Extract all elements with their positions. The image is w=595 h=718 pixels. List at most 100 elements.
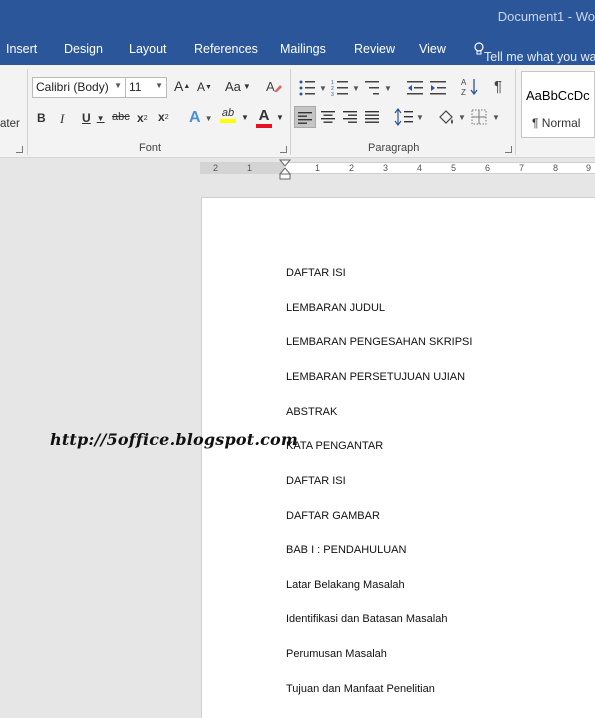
tell-me-text: Tell me what you wa [484, 50, 595, 64]
shading-icon[interactable]: ▼ [436, 107, 466, 127]
indent-marker-icon[interactable] [279, 159, 291, 181]
ruler-number: 2 [213, 163, 219, 173]
bullets-icon[interactable]: ▼ [298, 79, 328, 97]
svg-text:▼: ▼ [458, 113, 466, 122]
chevron-down-icon[interactable]: ▼ [241, 113, 249, 122]
tab-layout[interactable]: Layout [129, 42, 167, 56]
style-normal[interactable]: AaBbCcDc ¶ Normal [521, 71, 595, 138]
justify-icon[interactable] [363, 108, 381, 126]
ruler-number: 8 [553, 163, 559, 173]
ruler-number: 9 [586, 163, 592, 173]
text-effects-button[interactable]: A ▼ [189, 109, 212, 127]
show-formatting-marks-button[interactable]: ¶ [494, 78, 502, 95]
borders-icon[interactable]: ▼ [470, 107, 500, 127]
document-line: DAFTAR GAMBAR [286, 510, 380, 522]
svg-text:▼: ▼ [384, 84, 392, 93]
document-line: DAFTAR ISI [286, 475, 346, 487]
ruler-number: 2 [349, 163, 355, 173]
decrease-indent-icon[interactable] [406, 79, 424, 97]
tab-insert[interactable]: Insert [6, 42, 37, 56]
tab-review[interactable]: Review [354, 42, 395, 56]
sort-icon[interactable]: AZ [461, 77, 479, 97]
font-family-value: Calibri (Body) [36, 80, 109, 94]
align-left-icon [298, 112, 312, 124]
paragraph-group-label: Paragraph [368, 142, 420, 154]
grow-font-button[interactable]: A ▲ [174, 78, 190, 94]
svg-text:A: A [461, 78, 467, 87]
align-right-icon[interactable] [341, 108, 359, 126]
font-color-button[interactable]: A [256, 107, 272, 128]
highlight-button[interactable]: ab [220, 107, 236, 123]
bold-button[interactable]: B [37, 111, 46, 125]
svg-text:Z: Z [461, 88, 466, 97]
paragraph-launcher-icon[interactable] [505, 146, 512, 153]
ruler-number: 1 [247, 163, 253, 173]
document-line: LEMBARAN PERSETUJUAN UJIAN [286, 371, 466, 383]
svg-text:▼: ▼ [416, 113, 424, 122]
document-line: LEMBARAN PENGESAHAN SKRIPSI [286, 336, 473, 348]
font-size-value: 11 [129, 80, 142, 94]
line-spacing-icon[interactable]: ▼ [394, 107, 424, 127]
document-page[interactable]: DAFTAR ISI LEMBARAN JUDUL LEMBARAN PENGE… [201, 197, 595, 718]
window-title: Document1 - Wo [497, 9, 595, 24]
tab-view[interactable]: View [419, 42, 446, 56]
chevron-down-icon: ▼ [155, 81, 163, 90]
font-group-label: Font [139, 142, 162, 154]
ruler-number: 7 [519, 163, 525, 173]
chevron-down-icon[interactable]: ▼ [276, 113, 284, 122]
document-line: BAB I : PENDAHULUAN [286, 544, 407, 556]
highlight-swatch [220, 119, 236, 123]
subscript-button[interactable]: x2 [137, 111, 148, 125]
underline-icon: U [82, 111, 91, 125]
document-line: ABSTRAK [286, 406, 338, 418]
document-canvas: DAFTAR ISI LEMBARAN JUDUL LEMBARAN PENGE… [0, 182, 595, 718]
highlight-icon: ab [221, 107, 235, 119]
lightbulb-icon [474, 42, 484, 55]
divider [515, 69, 516, 155]
font-color-icon: A [258, 107, 270, 124]
tab-references[interactable]: References [194, 42, 258, 56]
superscript-icon: x [158, 110, 165, 124]
clipboard-launcher-icon[interactable] [16, 146, 23, 153]
shrink-font-icon: A [197, 80, 206, 94]
increase-indent-icon[interactable] [429, 79, 447, 97]
clipboard-fragment[interactable]: ater [0, 118, 20, 130]
watermark-url: http://5office.blogspot.com [50, 430, 299, 449]
change-case-button[interactable]: Aa ▼ [225, 79, 251, 94]
chevron-down-icon: ▼ [114, 81, 122, 90]
document-line: Perumusan Masalah [286, 648, 387, 660]
font-size-select[interactable]: 11 ▼ [125, 77, 167, 98]
ruler-number: 1 [315, 163, 321, 173]
numbering-icon[interactable]: 123 ▼ [331, 79, 361, 97]
clear-formatting-icon: A [266, 79, 282, 94]
font-launcher-icon[interactable] [280, 146, 287, 153]
divider [290, 69, 291, 155]
ruler-number: 3 [383, 163, 389, 173]
grow-font-icon: A [174, 78, 184, 94]
underline-button[interactable]: U ▼ [82, 111, 105, 125]
ruler-number: 5 [451, 163, 457, 173]
ribbon: ater Calibri (Body) ▼ 11 ▼ A ▲ A ▼ Aa ▼ A B… [0, 65, 595, 158]
document-line: LEMBARAN JUDUL [286, 302, 386, 314]
multilevel-list-icon[interactable]: ▼ [364, 79, 394, 97]
align-center-icon[interactable] [319, 108, 337, 126]
document-line: Tujuan dan Manfaat Penelitian [286, 683, 435, 695]
style-name: ¶ Normal [532, 116, 581, 130]
shrink-font-button[interactable]: A ▼ [197, 80, 212, 94]
svg-text:▼: ▼ [492, 113, 500, 122]
strikethrough-button[interactable]: abc [112, 111, 130, 123]
tab-design[interactable]: Design [64, 42, 103, 56]
clear-formatting-button[interactable]: A [266, 79, 282, 94]
superscript-button[interactable]: x2 [158, 110, 169, 124]
italic-button[interactable]: I [60, 111, 64, 127]
ribbon-tabs: Insert Design Layout References Mailings… [0, 34, 595, 65]
font-family-select[interactable]: Calibri (Body) ▼ [32, 77, 126, 98]
divider [27, 69, 28, 155]
tell-me-box[interactable]: Tell me what you wa [474, 42, 595, 64]
style-sample: AaBbCcDc [526, 88, 590, 103]
svg-text:3: 3 [331, 92, 334, 97]
horizontal-ruler[interactable]: 2 1 1 2 3 4 5 6 7 8 9 [0, 158, 595, 182]
tab-mailings[interactable]: Mailings [280, 42, 326, 56]
align-left-button[interactable] [294, 106, 316, 128]
change-case-icon: Aa [225, 79, 241, 94]
